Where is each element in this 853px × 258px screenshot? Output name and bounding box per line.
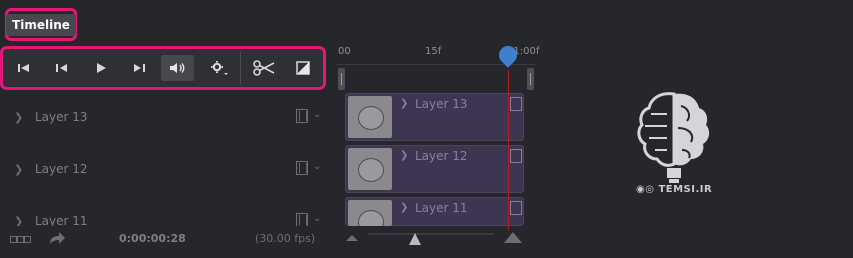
share-arrow-icon[interactable] bbox=[48, 231, 66, 245]
expand-chevron-icon[interactable]: ❯ bbox=[14, 215, 23, 226]
ruler-label-start: 00 bbox=[338, 46, 351, 57]
clip-thumbnail bbox=[348, 200, 392, 226]
clip-layer-13[interactable]: ❯ Layer 13 bbox=[345, 93, 524, 141]
clip-name: Layer 12 bbox=[415, 149, 468, 163]
layer-name: Layer 13 bbox=[35, 110, 88, 124]
transport-toolbar bbox=[0, 46, 326, 90]
zoom-slider-track[interactable] bbox=[368, 233, 494, 235]
work-area-end-handle[interactable] bbox=[527, 68, 534, 90]
clip-flag-icon[interactable] bbox=[510, 201, 522, 215]
ruler-label-15f: 15f bbox=[425, 46, 442, 57]
playhead-line bbox=[508, 70, 509, 230]
clip-flag-icon[interactable] bbox=[510, 97, 522, 111]
zoom-out-mountain-icon[interactable] bbox=[345, 232, 359, 242]
panel-title: Timeline bbox=[6, 13, 76, 36]
speaker-icon bbox=[169, 63, 184, 73]
gear-icon bbox=[211, 61, 228, 75]
scissors-icon bbox=[253, 60, 275, 76]
timeline-footer: 0:00:00:28 (30.00 fps) bbox=[0, 226, 853, 258]
filmstrip-icon[interactable] bbox=[296, 161, 308, 175]
audio-toggle-button[interactable] bbox=[161, 55, 194, 81]
clip-thumbnail bbox=[348, 148, 392, 190]
work-area-start-handle[interactable] bbox=[338, 68, 345, 90]
expand-chevron-icon[interactable]: ❯ bbox=[14, 163, 23, 176]
split-button[interactable] bbox=[251, 55, 277, 81]
settings-button[interactable] bbox=[205, 55, 233, 81]
timeline-tab[interactable]: Timeline bbox=[5, 8, 77, 41]
play-button[interactable] bbox=[90, 55, 112, 81]
zoom-slider-thumb[interactable] bbox=[408, 232, 422, 246]
next-frame-button[interactable] bbox=[128, 55, 150, 81]
frames-icon[interactable] bbox=[10, 236, 32, 244]
clip-layer-11[interactable]: ❯ Layer 11 bbox=[345, 197, 524, 226]
toolbar-divider bbox=[240, 52, 241, 84]
chevron-down-icon[interactable]: ⌄ bbox=[313, 213, 321, 224]
brain-logo bbox=[637, 92, 710, 183]
transition-button[interactable] bbox=[290, 55, 316, 81]
transition-icon bbox=[296, 61, 310, 75]
chevron-down-icon[interactable]: ⌄ bbox=[313, 109, 321, 120]
clip-name: Layer 13 bbox=[415, 97, 468, 111]
clip-expand-icon[interactable]: ❯ bbox=[400, 150, 408, 161]
play-icon bbox=[97, 63, 106, 73]
layer-name: Layer 12 bbox=[35, 162, 88, 176]
layer-name: Layer 11 bbox=[35, 214, 88, 226]
current-timecode: 0:00:00:28 bbox=[119, 232, 186, 245]
filmstrip-icon[interactable] bbox=[296, 109, 308, 123]
skip-to-start-icon bbox=[18, 64, 29, 72]
prev-frame-button[interactable] bbox=[51, 55, 73, 81]
step-forward-icon bbox=[134, 64, 145, 72]
watermark-text: ◉◎ TEMSI.IR bbox=[636, 184, 713, 195]
clip-expand-icon[interactable]: ❯ bbox=[400, 98, 408, 109]
expand-chevron-icon[interactable]: ❯ bbox=[14, 111, 23, 124]
clip-flag-icon[interactable] bbox=[510, 149, 522, 163]
layer-row[interactable]: ❯ Layer 11 ⌄ bbox=[0, 196, 326, 226]
filmstrip-icon[interactable] bbox=[296, 213, 308, 226]
chevron-down-icon[interactable]: ⌄ bbox=[313, 161, 321, 172]
frame-rate: (30.00 fps) bbox=[255, 232, 316, 245]
step-back-icon bbox=[56, 64, 67, 72]
layer-row[interactable]: ❯ Layer 12 ⌄ bbox=[0, 144, 326, 196]
zoom-in-mountain-icon[interactable] bbox=[503, 230, 523, 244]
first-frame-button[interactable] bbox=[13, 55, 35, 81]
clip-expand-icon[interactable]: ❯ bbox=[400, 202, 408, 213]
clip-layer-12[interactable]: ❯ Layer 12 bbox=[345, 145, 524, 193]
clip-thumbnail bbox=[348, 96, 392, 138]
clip-name: Layer 11 bbox=[415, 201, 468, 215]
layer-row[interactable]: ❯ Layer 13 ⌄ bbox=[0, 92, 326, 144]
